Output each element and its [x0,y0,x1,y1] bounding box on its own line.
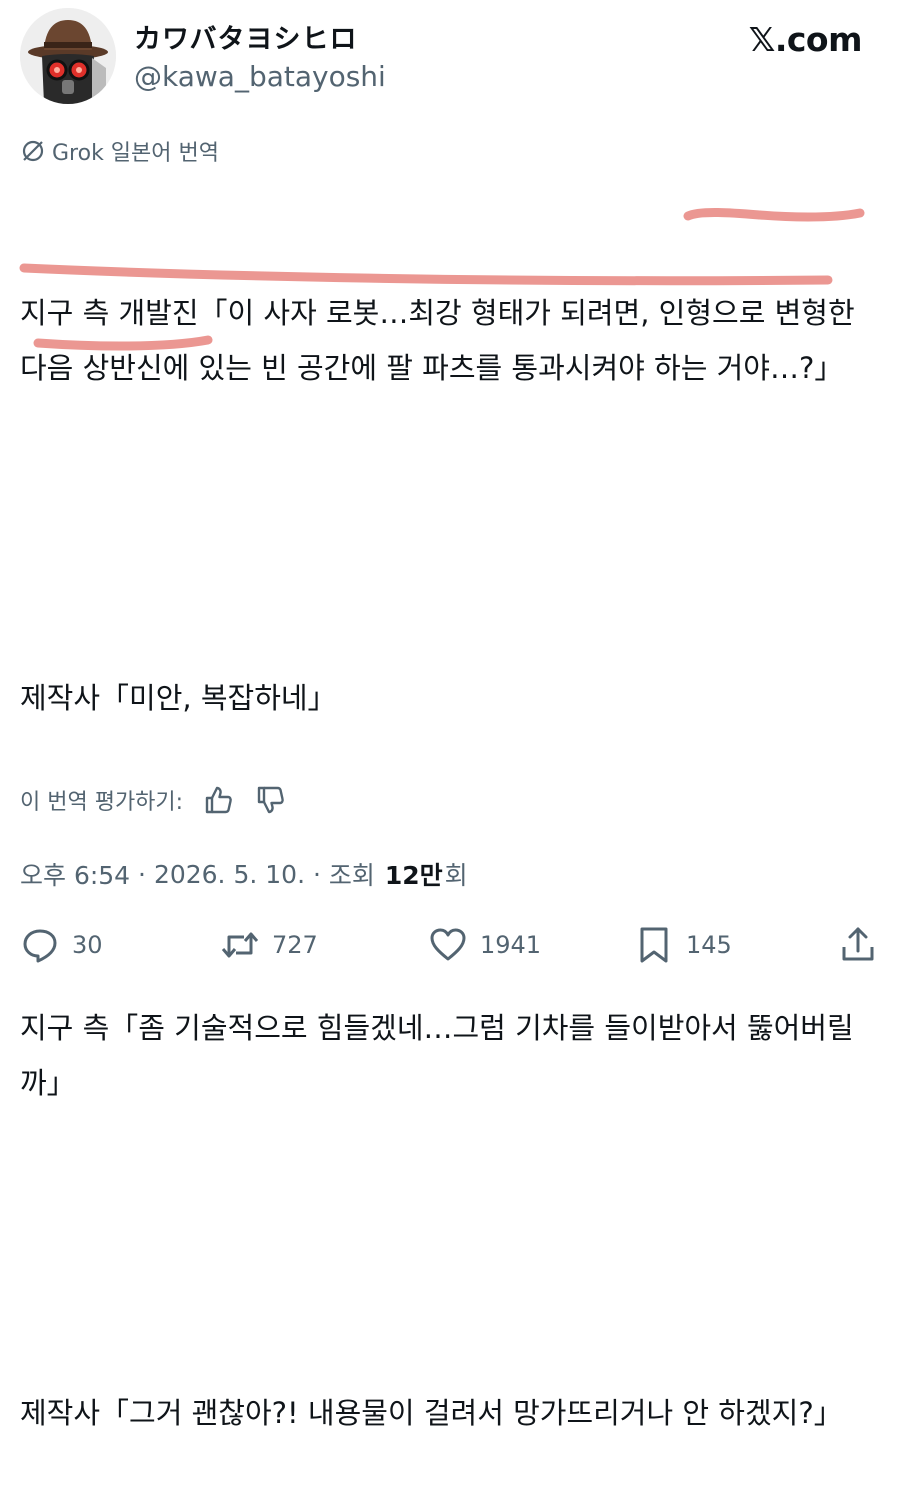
user-handle[interactable]: @kawa_batayoshi [134,60,386,93]
tweet-meta: 오후 6:54 · 2026. 5. 10. · 조회 12만 회 [20,852,468,896]
rate-translation-label: 이 번역 평가하기: [20,790,184,815]
avatar[interactable] [20,8,116,104]
display-name[interactable]: カワバタヨシヒロ [134,17,357,56]
bookmark-button[interactable]: 145 [634,920,732,970]
meta-separator: · [130,859,154,889]
tweet-text: 지구 측 개발진「이 사자 로봇…최강 형태가 되려면, 인형으로 변형한 다음… [20,176,880,1496]
repost-icon [221,932,259,958]
rate-translation-row: 이 번역 평가하기: [20,780,287,820]
source-logo: 𝕏.com [748,20,863,59]
reply-button[interactable]: 30 [20,920,103,970]
translate-slash-icon [22,140,44,162]
tweet-paragraph: 제작사「미안, 복잡하네」 [20,681,337,715]
action-bar: 30 727 1941 145 [0,920,900,970]
tweet-time[interactable]: 오후 6:54 [20,856,130,892]
share-button[interactable] [838,920,878,970]
like-count: 1941 [480,931,542,959]
heart-icon [430,928,466,961]
tweet-date[interactable]: 2026. 5. 10. [154,860,305,889]
views-label: 조회 [328,861,375,890]
translation-label: Grok 일본어 번역 [52,141,219,166]
bookmark-icon [640,927,668,963]
views-unit: 회 [444,861,468,890]
translation-label-row[interactable]: Grok 일본어 번역 [20,134,219,168]
views-count: 12만 [384,861,443,890]
tweet-paragraph: 지구 측 개발진「이 사자 로봇…최강 형태가 되려면, 인형으로 변형한 다음… [20,296,864,385]
like-button[interactable]: 1941 [428,920,541,970]
meta-separator: · [305,859,329,889]
thumbs-down-icon[interactable] [253,783,287,817]
repost-button[interactable]: 727 [220,920,318,970]
bookmark-count: 145 [686,931,732,959]
avatar-image [20,8,116,104]
reply-icon [23,929,57,963]
thumbs-up-icon[interactable] [201,783,235,817]
reply-count: 30 [72,931,103,959]
repost-count: 727 [272,931,318,959]
tweet-paragraph: 제작사「그거 괜찮아?! 내용물이 걸려서 망가뜨리거나 안 하겠지?」 [20,1396,843,1430]
tweet-paragraph: 지구 측「좀 기술적으로 힘들겠네…그럼 기차를 들이받아서 뚫어버릴까」 [20,1011,854,1100]
share-icon [842,927,874,961]
